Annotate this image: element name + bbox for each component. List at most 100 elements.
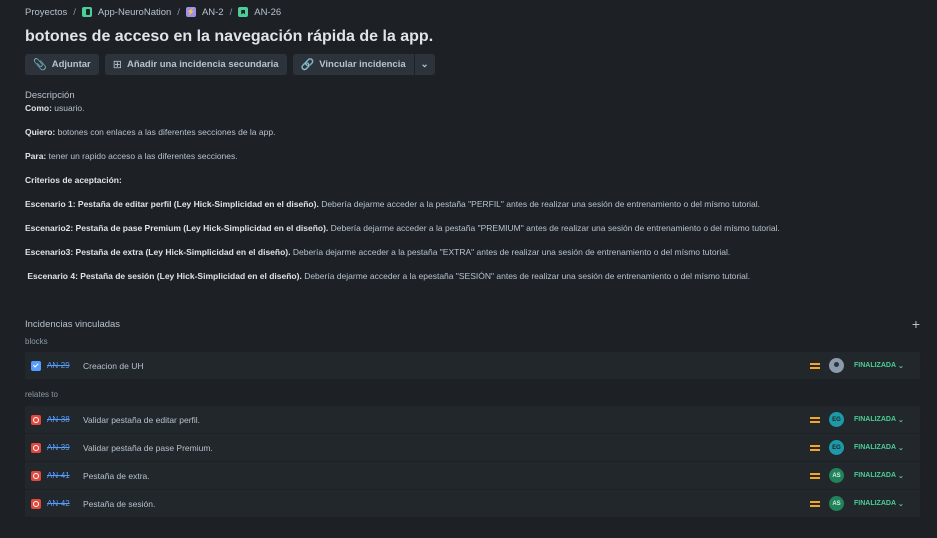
chevron-down-icon: ⌄ (898, 416, 904, 424)
status-dropdown[interactable]: FINALIZADA ⌄ (854, 500, 914, 508)
criterios-label: Criterios de aceptación: (25, 175, 122, 185)
scenario-3: Escenario3: Pestaña de extra (Ley Hick-S… (25, 247, 915, 258)
add-child-label: Añadir una incidencia secundaria (126, 59, 279, 70)
priority-medium-icon (810, 416, 820, 423)
como-label: Como: (25, 103, 52, 113)
chevron-down-icon: ⌄ (898, 472, 904, 480)
linked-issues-section: Incidencias vinculadas + blocks AN-29 Cre… (25, 317, 920, 518)
bug-type-icon (31, 414, 41, 425)
bug-type-icon (31, 470, 41, 481)
breadcrumb: Proyectos / App-NeuroNation / ⚡ AN-2 / A… (25, 6, 281, 18)
issue-summary[interactable]: Validar pestaña de editar perfil. (83, 415, 810, 425)
quiero-line: Quiero: botones con enlaces a las difere… (25, 127, 915, 138)
breadcrumb-epic-label[interactable]: AN-2 (202, 7, 224, 18)
status-label: FINALIZADA (854, 500, 896, 507)
chevron-down-icon: ⌄ (898, 362, 904, 370)
attach-button[interactable]: 📎 Adjuntar (25, 54, 99, 75)
relates-list: AN-38 Validar pestaña de editar perfil. EG… (25, 406, 920, 518)
scenario-2-label: Escenario2: Pestaña de pase Premium (Ley… (25, 223, 329, 233)
breadcrumb-project[interactable]: App-NeuroNation (81, 7, 171, 18)
issue-toolbar: 📎 Adjuntar ⊞ Añadir una incidencia secun… (25, 54, 435, 75)
epic-icon: ⚡ (185, 7, 196, 17)
linked-issues-title: Incidencias vinculadas (25, 318, 121, 330)
status-dropdown[interactable]: FINALIZADA ⌄ (854, 416, 914, 424)
more-actions-dropdown[interactable]: ⌄ (413, 54, 435, 75)
para-text: tener un rapido acceso a las diferentes … (46, 151, 238, 161)
child-issue-icon: ⊞ (112, 59, 122, 71)
scenario-4-label: Escenario 4: Pestaña de sesión (Ley Hick… (25, 271, 302, 281)
bug-type-icon (31, 442, 41, 453)
description[interactable]: Descripción Como: usuario. Quiero: boton… (25, 90, 915, 295)
scenario-3-label: Escenario3: Pestaña de extra (Ley Hick-S… (25, 247, 291, 257)
linked-issue-row[interactable]: AN-39 Validar pestaña de pase Premium. EG F… (25, 434, 920, 462)
issue-key-link[interactable]: AN-38 (47, 415, 83, 424)
quiero-label: Quiero: (25, 127, 56, 137)
status-dropdown[interactable]: FINALIZADA ⌄ (854, 444, 914, 452)
chevron-down-icon: ⌄ (898, 444, 904, 452)
assignee-avatar[interactable]: AS (829, 468, 844, 483)
issue-key-link[interactable]: AN-29 (47, 361, 83, 370)
project-icon (81, 7, 92, 17)
linked-issues-header: Incidencias vinculadas + (25, 317, 920, 331)
issue-summary[interactable]: Validar pestaña de pase Premium. (83, 443, 810, 453)
breadcrumb-separator: / (229, 6, 233, 18)
add-link-icon[interactable]: + (912, 317, 920, 331)
issue-summary[interactable]: Pestaña de extra. (83, 471, 810, 481)
status-label: FINALIZADA (854, 444, 896, 451)
breadcrumb-epic[interactable]: ⚡ AN-2 (185, 7, 224, 18)
story-icon (238, 7, 249, 17)
chevron-down-icon: ⌄ (898, 500, 904, 508)
breadcrumb-projects-label[interactable]: Proyectos (25, 7, 67, 18)
scenario-2: Escenario2: Pestaña de pase Premium (Ley… (25, 223, 915, 234)
scenario-3-text: Debería dejarme acceder a la pestaña "EX… (290, 247, 731, 257)
assignee-avatar[interactable]: AS (829, 496, 844, 511)
issue-key-link[interactable]: AN-39 (47, 443, 83, 452)
breadcrumb-separator: / (73, 6, 76, 18)
issue-title[interactable]: botones de acceso en la navegación rápid… (25, 28, 433, 46)
scenario-2-text: Debería dejarme acceder a la pestaña "PR… (328, 223, 780, 233)
relation-blocks-label: blocks (25, 337, 48, 346)
priority-medium-icon (810, 500, 820, 507)
linked-issue-row[interactable]: AN-41 Pestaña de extra. AS FINALIZADA ⌄ (25, 462, 920, 490)
scenario-1: Escenario 1: Pestaña de editar perfil (L… (25, 199, 915, 210)
unassigned-avatar-icon[interactable] (829, 358, 844, 373)
priority-medium-icon (810, 444, 820, 451)
linked-issue-row[interactable]: AN-38 Validar pestaña de editar perfil. EG… (25, 406, 920, 434)
issue-key-link[interactable]: AN-41 (47, 471, 83, 480)
scenario-1-text: Debería dejarme acceder a la pestaña "PE… (318, 199, 761, 209)
como-text: usuario. (51, 103, 85, 113)
blocks-list: AN-29 Creacion de UH FINALIZADA ⌄ (25, 352, 920, 380)
priority-medium-icon (810, 362, 820, 369)
linked-issue-row[interactable]: AN-42 Pestaña de sesión. AS FINALIZADA ⌄ (25, 490, 920, 518)
issue-summary[interactable]: Pestaña de sesión. (83, 499, 810, 509)
como-line: Como: usuario. (25, 103, 915, 114)
scenario-4: Escenario 4: Pestaña de sesión (Ley Hick… (25, 271, 915, 282)
criterios-line: Criterios de aceptación: (25, 175, 915, 186)
chevron-down-icon: ⌄ (420, 59, 429, 70)
paperclip-icon: 📎 (33, 59, 47, 71)
relation-relates-label: relates to (25, 390, 58, 399)
status-label: FINALIZADA (854, 362, 896, 369)
link-issue-button[interactable]: 🔗 Vincular incidencia (292, 54, 414, 75)
bug-type-icon (31, 498, 41, 509)
scenario-1-label: Escenario 1: Pestaña de editar perfil (L… (25, 199, 319, 209)
assignee-avatar[interactable]: EG (829, 440, 844, 455)
status-dropdown[interactable]: FINALIZADA ⌄ (854, 362, 914, 370)
issue-summary[interactable]: Creacion de UH (83, 361, 810, 371)
status-label: FINALIZADA (854, 416, 896, 423)
add-child-issue-button[interactable]: ⊞ Añadir una incidencia secundaria (104, 54, 287, 75)
breadcrumb-project-label[interactable]: App-NeuroNation (98, 7, 171, 18)
assignee-avatar[interactable]: EG (829, 412, 844, 427)
quiero-text: botones con enlaces a las diferentes sec… (55, 127, 276, 137)
status-dropdown[interactable]: FINALIZADA ⌄ (854, 472, 914, 480)
para-line: Para: tener un rapido acceso a las difer… (25, 151, 915, 162)
linked-issue-row[interactable]: AN-29 Creacion de UH FINALIZADA ⌄ (25, 352, 920, 380)
priority-medium-icon (810, 472, 820, 479)
issue-key-link[interactable]: AN-42 (47, 499, 83, 508)
link-issue-label: Vincular incidencia (319, 59, 406, 70)
status-label: FINALIZADA (854, 472, 896, 479)
breadcrumb-issue-label[interactable]: AN-26 (254, 7, 281, 18)
breadcrumb-issue[interactable]: AN-26 (238, 7, 281, 18)
task-type-icon (31, 360, 41, 371)
breadcrumb-projects[interactable]: Proyectos (25, 7, 67, 18)
